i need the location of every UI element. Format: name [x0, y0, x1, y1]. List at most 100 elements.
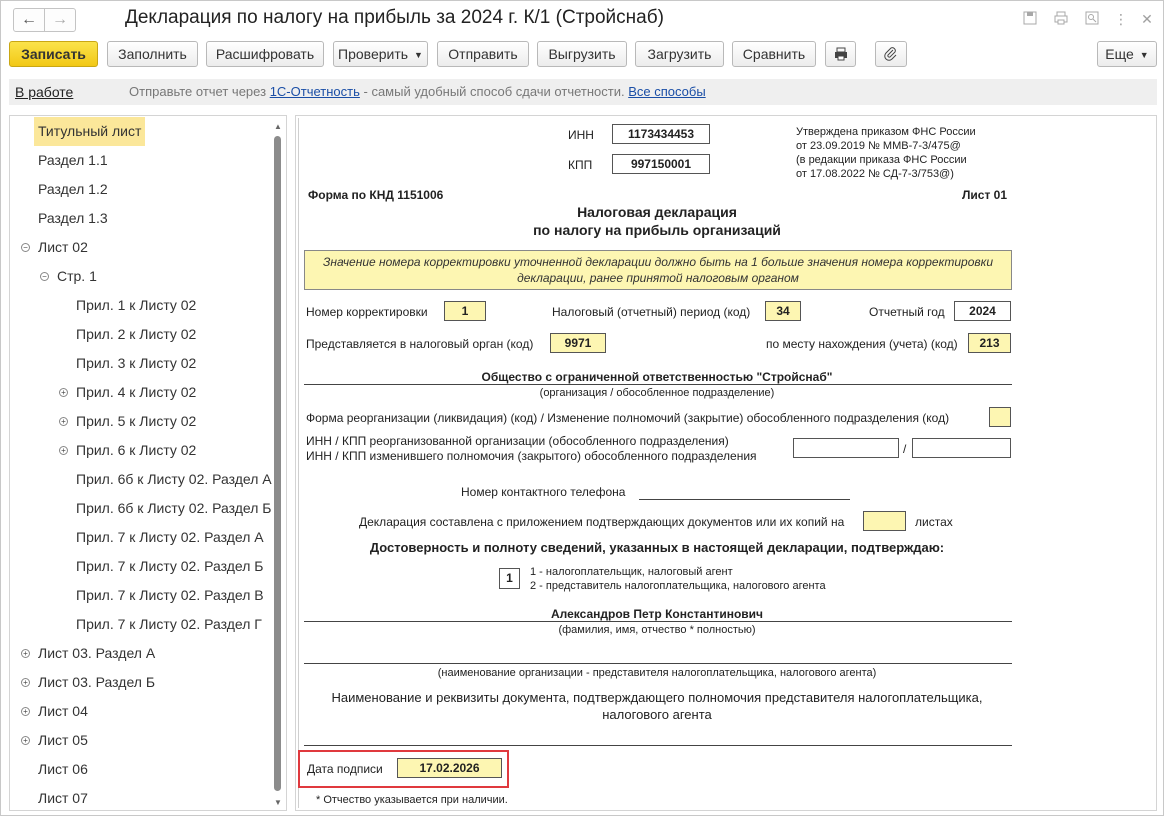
tree-item-sheet-06[interactable]: Лист 06 — [34, 755, 92, 784]
tree-item-label: Прил. 3 к Листу 02 — [76, 355, 197, 371]
tree-item-label: Прил. 7 к Листу 02. Раздел В — [76, 587, 264, 603]
print-icon[interactable] — [1053, 11, 1069, 27]
tree-item-label: Лист 04 — [38, 703, 88, 719]
status-bar: В работе Отправьте отчет через 1С-Отчетн… — [9, 79, 1157, 105]
decode-button[interactable]: Расшифровать — [206, 41, 324, 67]
location-label: по месту нахождения (учета) (код) — [766, 337, 958, 351]
status-message: Отправьте отчет через 1С-Отчетность - са… — [129, 79, 706, 105]
expand-icon[interactable]: + — [21, 649, 30, 658]
attach-sheets-field[interactable] — [863, 511, 906, 531]
tree-item-app-7-v[interactable]: Прил. 7 к Листу 02. Раздел В — [72, 581, 268, 610]
tree-item-label: Раздел 1.2 — [38, 181, 108, 197]
all-ways-link[interactable]: Все способы — [628, 84, 705, 99]
reorg-kpp-field[interactable] — [912, 438, 1011, 458]
phone-label: Номер контактного телефона — [461, 485, 626, 499]
print-icon — [834, 46, 848, 62]
tree-item-sheet-05[interactable]: Лист 05 — [34, 726, 92, 755]
confirm-option-2: 2 - представитель налогоплательщика, нал… — [530, 580, 826, 592]
reorg-inn-field[interactable] — [793, 438, 899, 458]
expand-icon[interactable]: + — [59, 417, 68, 426]
period-field[interactable]: 34 — [765, 301, 801, 321]
correction-field[interactable]: 1 — [444, 301, 486, 321]
approved-line-2: от 23.09.2019 № ММВ-7-3/475@ — [796, 140, 961, 152]
send-button[interactable]: Отправить — [437, 41, 529, 67]
tree-item-label: Титульный лист — [34, 117, 146, 146]
compare-button[interactable]: Сравнить — [732, 41, 816, 67]
expand-icon[interactable]: + — [21, 736, 30, 745]
chevron-down-icon: ▼ — [414, 50, 423, 60]
1c-reporting-link[interactable]: 1С-Отчетность — [270, 84, 360, 99]
signer-name-line — [304, 621, 1012, 622]
tree-item-app-3[interactable]: Прил. 3 к Листу 02 — [72, 349, 200, 378]
tax-org-field[interactable]: 9971 — [550, 333, 606, 353]
tree-item-app-2[interactable]: Прил. 2 к Листу 02 — [72, 320, 200, 349]
kpp-label: КПП — [568, 158, 593, 172]
tree-item-app-4[interactable]: Прил. 4 к Листу 02 — [72, 378, 200, 407]
doc-requisites-line[interactable] — [304, 745, 1012, 746]
tree-item-section-1-2[interactable]: Раздел 1.2 — [34, 175, 112, 204]
tree-item-app-6b-b[interactable]: Прил. 6б к Листу 02. Раздел Б — [72, 494, 276, 523]
tree-item-sheet-02[interactable]: Лист 02 — [34, 233, 92, 262]
tree-item-app-6[interactable]: Прил. 6 к Листу 02 — [72, 436, 200, 465]
signer-name[interactable]: Александров Петр Константинович — [296, 607, 1018, 621]
reorg-label: Форма реорганизации (ликвидация) (код) /… — [306, 411, 950, 425]
check-button[interactable]: Проверить ▼ — [333, 41, 428, 67]
save-button[interactable]: Записать — [9, 41, 98, 67]
more-button[interactable]: Еще ▼ — [1097, 41, 1157, 67]
confirm-field[interactable]: 1 — [499, 568, 520, 589]
expand-icon[interactable]: + — [59, 446, 68, 455]
inn-label: ИНН — [568, 128, 594, 142]
tree-item-title-sheet[interactable]: Титульный лист — [34, 117, 146, 146]
save-disk-icon[interactable] — [1022, 11, 1038, 27]
forward-button[interactable]: → — [44, 8, 76, 32]
tree-item-sheet-03-b[interactable]: Лист 03. Раздел Б — [34, 668, 159, 697]
tree-item-label: Прил. 5 к Листу 02 — [76, 413, 197, 429]
tree-scroll-thumb[interactable] — [274, 136, 281, 791]
more-button-label: Еще — [1105, 46, 1134, 62]
expand-icon[interactable]: + — [21, 707, 30, 716]
reorg-field[interactable] — [989, 407, 1011, 427]
kpp-field[interactable]: 997150001 — [612, 154, 710, 174]
tree-item-app-7-b[interactable]: Прил. 7 к Листу 02. Раздел Б — [72, 552, 267, 581]
sign-date-field[interactable]: 17.02.2026 — [397, 758, 502, 778]
year-field[interactable]: 2024 — [954, 301, 1011, 321]
tree-item-app-7-g[interactable]: Прил. 7 к Листу 02. Раздел Г — [72, 610, 266, 639]
reorg-inn-label-2: ИНН / КПП изменившего полномочия (закрыт… — [306, 449, 757, 463]
close-icon[interactable]: ✕ — [1139, 11, 1155, 27]
export-button[interactable]: Выгрузить — [537, 41, 627, 67]
print-button[interactable] — [825, 41, 856, 67]
status-state-link[interactable]: В работе — [15, 79, 73, 105]
inn-field[interactable]: 1173434453 — [612, 124, 710, 144]
doc-requisites-2: налогового агента — [602, 707, 712, 722]
location-field[interactable]: 213 — [968, 333, 1011, 353]
collapse-icon[interactable]: − — [40, 272, 49, 281]
search-icon[interactable] — [1084, 11, 1100, 27]
tree-item-page-1[interactable]: Стр. 1 — [53, 262, 101, 291]
scroll-down-icon[interactable]: ▼ — [273, 798, 283, 807]
tree-item-label: Лист 03. Раздел А — [38, 645, 156, 661]
scroll-up-icon[interactable]: ▲ — [273, 122, 283, 131]
expand-icon[interactable]: + — [59, 388, 68, 397]
tree-item-app-5[interactable]: Прил. 5 к Листу 02 — [72, 407, 200, 436]
more-vertical-icon[interactable]: ⋮ — [1113, 11, 1129, 27]
fill-button[interactable]: Заполнить — [107, 41, 198, 67]
tree-item-section-1-3[interactable]: Раздел 1.3 — [34, 204, 112, 233]
tree-item-label: Лист 02 — [38, 239, 88, 255]
tree-item-app-6b-a[interactable]: Прил. 6б к Листу 02. Раздел А — [72, 465, 276, 494]
tree-item-sheet-07[interactable]: Лист 07 — [34, 784, 92, 810]
attach-button[interactable] — [875, 41, 907, 67]
approved-line-3: (в редакции приказа ФНС России — [796, 154, 967, 166]
tree-item-sheet-03-a[interactable]: Лист 03. Раздел А — [34, 639, 159, 668]
import-button[interactable]: Загрузить — [635, 41, 724, 67]
expand-icon[interactable]: + — [21, 678, 30, 687]
tree-item-label: Лист 06 — [38, 761, 88, 777]
phone-field[interactable] — [639, 499, 850, 500]
tree-item-app-1[interactable]: Прил. 1 к Листу 02 — [72, 291, 200, 320]
tree-item-sheet-04[interactable]: Лист 04 — [34, 697, 92, 726]
tree-item-section-1-1[interactable]: Раздел 1.1 — [34, 146, 112, 175]
back-button[interactable]: ← — [13, 8, 45, 32]
check-button-label: Проверить — [338, 46, 409, 62]
collapse-icon[interactable]: − — [21, 243, 30, 252]
tree-item-app-7-a[interactable]: Прил. 7 к Листу 02. Раздел А — [72, 523, 268, 552]
rep-name-line[interactable] — [304, 663, 1012, 664]
